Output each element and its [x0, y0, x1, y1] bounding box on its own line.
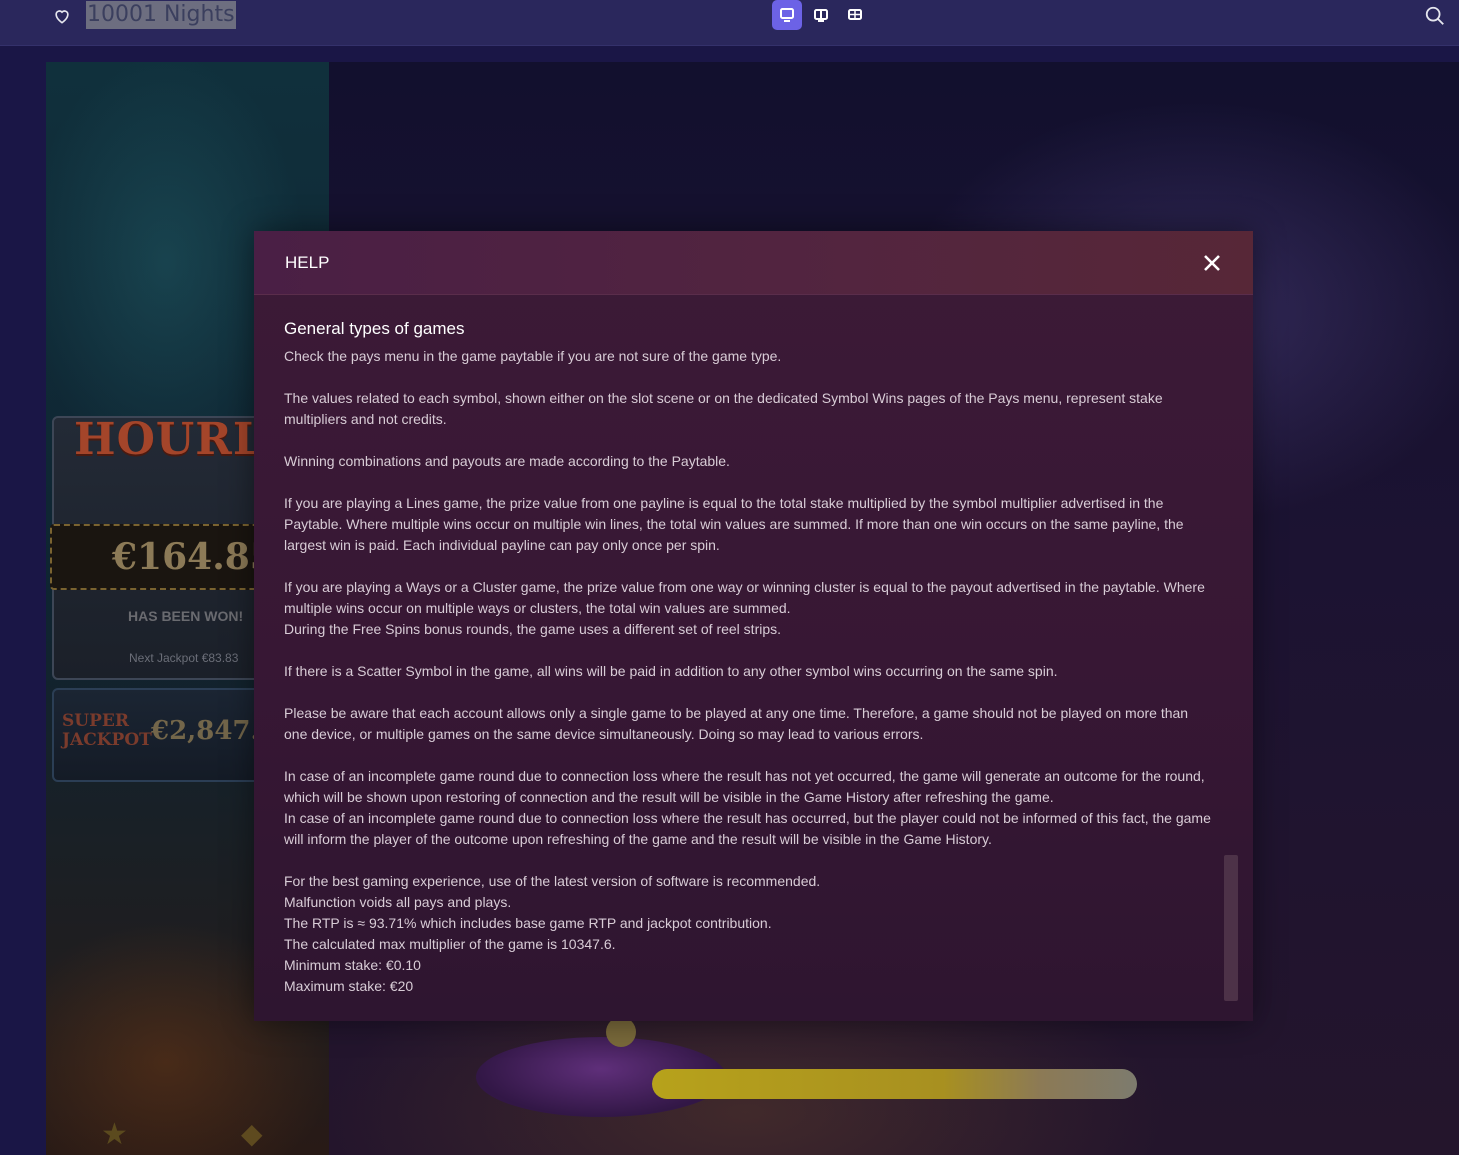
help-dialog: HELP General types of games Check the pa…	[254, 231, 1253, 1021]
star-icon: ★	[101, 1118, 128, 1151]
search-icon[interactable]	[1424, 5, 1446, 27]
mobile-view-button[interactable]	[840, 0, 870, 30]
help-paragraph: If there is a Scatter Symbol in the game…	[284, 663, 1058, 679]
help-title: HELP	[285, 253, 330, 272]
help-paragraph: Please be aware that each account allows…	[284, 705, 1189, 742]
loading-progress-bar	[652, 1069, 1137, 1099]
help-paragraph: In case of an incomplete game round due …	[284, 810, 1211, 847]
game-title: 10001 Nights	[86, 1, 236, 29]
min-stake-info: Minimum stake: €0.10	[284, 957, 421, 973]
favorite-heart-icon[interactable]	[52, 6, 72, 26]
help-paragraph: During the Free Spins bonus rounds, the …	[284, 621, 782, 637]
hourly-jackpot-amount: €164.85	[112, 536, 275, 578]
help-paragraph: The values related to each symbol, shown…	[284, 390, 1163, 427]
rtp-info: The RTP is ≈ 93.71% which includes base …	[284, 915, 772, 931]
diamond-icon: ◆	[241, 1118, 263, 1149]
grid-view-icon	[848, 9, 862, 20]
has-been-won-text: HAS BEEN WON!	[128, 608, 244, 624]
next-jackpot-text: Next Jackpot €83.83	[129, 651, 239, 665]
help-heading: General types of games	[284, 319, 465, 338]
help-paragraph: Check the pays menu in the game paytable…	[284, 348, 782, 364]
help-scrollbar[interactable]	[1224, 855, 1238, 1001]
help-footer-line: Malfunction voids all pays and plays.	[284, 894, 512, 910]
loading-progress-fill	[652, 1069, 1137, 1099]
help-paragraph: Winning combinations and payouts are mad…	[284, 453, 730, 469]
top-bar: 10001 Nights	[0, 0, 1459, 46]
help-paragraph: If you are playing a Ways or a Cluster g…	[284, 579, 1205, 616]
close-icon[interactable]	[1201, 252, 1223, 274]
help-paragraph: If you are playing a Lines game, the pri…	[284, 495, 1184, 553]
desktop-view-button[interactable]	[772, 0, 802, 30]
max-stake-info: Maximum stake: €20	[284, 978, 414, 994]
magic-lamp	[606, 1017, 636, 1047]
hourly-jackpot-label: HOURL	[74, 414, 265, 465]
help-paragraph: In case of an incomplete game round due …	[284, 768, 1205, 805]
monitor-icon	[780, 8, 794, 22]
split-view-icon	[814, 9, 828, 22]
help-dialog-header: HELP	[254, 231, 1253, 295]
max-multiplier-info: The calculated max multiplier of the gam…	[284, 936, 616, 952]
help-content: General types of games Check the pays me…	[284, 317, 1214, 997]
tablet-view-button[interactable]	[806, 0, 836, 30]
super-label-line1: SUPER	[62, 711, 129, 731]
help-footer-line: For the best gaming experience, use of t…	[284, 873, 821, 889]
super-label-line2: JACKPOT	[62, 730, 152, 750]
super-jackpot-label: SUPER JACKPOT	[62, 711, 152, 750]
